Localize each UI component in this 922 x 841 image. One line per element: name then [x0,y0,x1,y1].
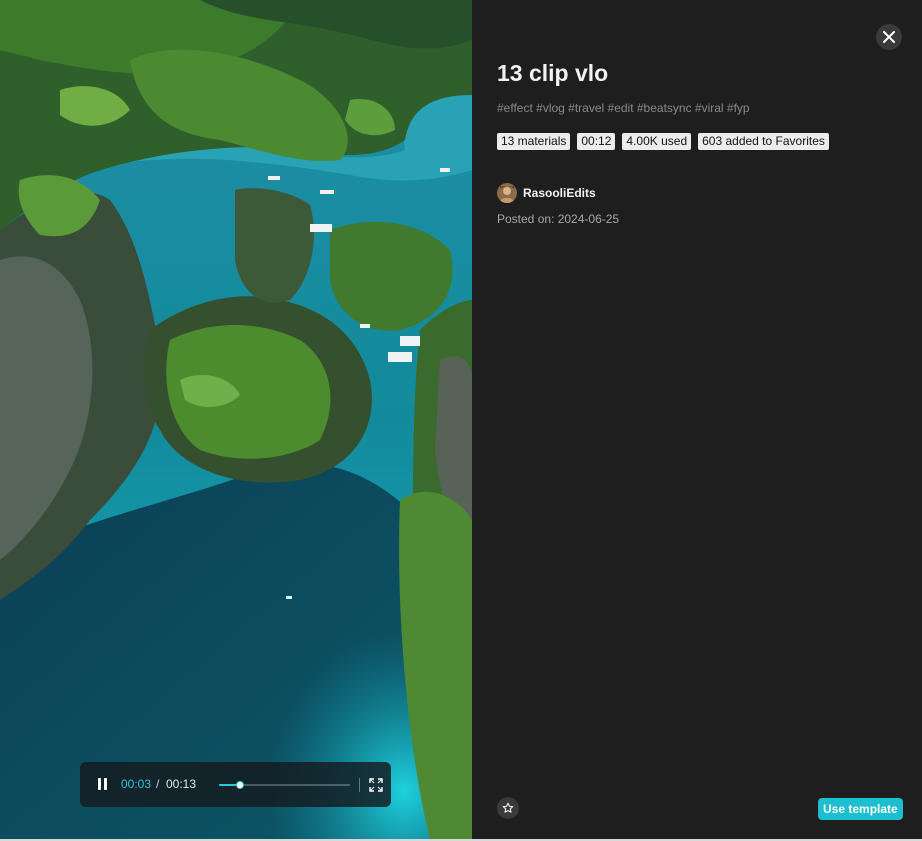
materials-badge: 13 materials [497,133,571,150]
template-info-panel: 13 clip vlo #effect #vlog #travel #edit … [472,0,922,839]
pause-icon-bar [104,778,107,790]
controls-divider [359,778,360,792]
template-stats: 13 materials 00:12 4.00K used 603 added … [497,133,829,150]
progress-bar[interactable] [219,781,350,789]
posted-date: Posted on: 2024-06-25 [497,212,620,226]
favorite-button[interactable] [497,797,519,819]
author-name: RasooliEdits [523,186,596,200]
progress-knob[interactable] [235,781,244,789]
author-link[interactable]: RasooliEdits [497,183,596,203]
player-controls: 00:03 / 00:13 [80,762,391,807]
time-separator: / [156,777,160,791]
video-player[interactable]: 00:03 / 00:13 [0,0,472,839]
star-icon [502,802,514,813]
duration-badge: 00:12 [577,133,616,150]
favorites-badge: 603 added to Favorites [698,133,829,150]
template-preview-dialog: 00:03 / 00:13 13 clip vlo #effect #vlog … [0,0,922,841]
usage-badge: 4.00K used [622,133,692,150]
current-time: 00:03 [121,777,152,791]
close-icon [883,31,895,43]
template-title: 13 clip vlo [497,60,609,86]
video-frame [0,0,472,839]
use-template-button[interactable]: Use template [818,798,903,820]
pause-icon [98,778,101,790]
total-time: 00:13 [166,777,197,791]
avatar [497,183,517,203]
close-button[interactable] [876,24,902,50]
pause-button[interactable] [97,778,109,791]
fullscreen-icon [369,778,383,792]
fullscreen-button[interactable] [369,778,383,792]
template-tags: #effect #vlog #travel #edit #beatsync #v… [497,101,750,115]
